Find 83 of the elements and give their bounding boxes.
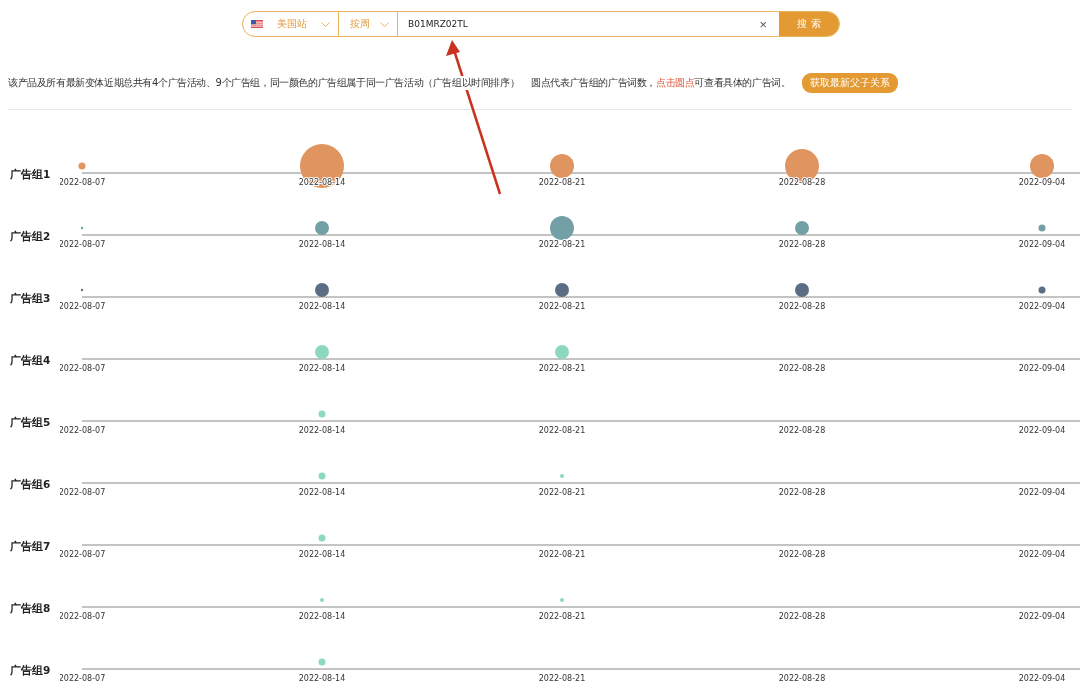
keyword-dot[interactable] — [318, 534, 326, 542]
date-label: 2022-08-07 — [60, 674, 106, 683]
date-label: 2022-08-14 — [298, 426, 346, 435]
site-select[interactable]: 美国站 — [243, 12, 339, 36]
ad-group-label: 广告组3 — [9, 291, 52, 306]
date-label: 2022-08-07 — [60, 426, 106, 435]
date-label: 2022-08-21 — [538, 240, 586, 249]
date-label: 2022-09-04 — [1018, 240, 1066, 249]
ad-group-label: 广告组9 — [9, 663, 52, 678]
date-label: 2022-08-28 — [778, 612, 826, 621]
keyword-dot[interactable] — [318, 658, 326, 666]
date-label: 2022-08-14 — [298, 302, 346, 311]
date-label: 2022-09-04 — [1018, 550, 1066, 559]
date-label: 2022-08-14 — [298, 364, 346, 373]
date-label: 2022-09-04 — [1018, 302, 1066, 311]
keyword-dot[interactable] — [315, 283, 329, 297]
date-label: 2022-08-07 — [60, 240, 106, 249]
caret-icon — [380, 21, 389, 27]
keyword-dot[interactable] — [560, 598, 564, 602]
ad-group-label: 广告组4 — [9, 353, 52, 368]
date-label: 2022-08-21 — [538, 612, 586, 621]
keyword-dot[interactable] — [320, 598, 324, 602]
keyword-dot[interactable] — [80, 226, 84, 230]
keyword-dot[interactable] — [1038, 286, 1046, 294]
keyword-dot[interactable] — [1030, 154, 1054, 178]
date-label: 2022-08-28 — [778, 426, 826, 435]
date-label: 2022-08-21 — [538, 426, 586, 435]
keyword-dot[interactable] — [795, 221, 809, 235]
ad-group-label: 广告组5 — [9, 415, 52, 430]
date-label: 2022-09-04 — [1018, 612, 1066, 621]
date-label: 2022-08-28 — [778, 302, 826, 311]
date-label: 2022-08-21 — [538, 674, 586, 683]
keyword-dot[interactable] — [550, 216, 574, 240]
keyword-dot[interactable] — [315, 345, 329, 359]
date-label: 2022-08-07 — [60, 550, 106, 559]
date-label: 2022-08-21 — [538, 364, 586, 373]
date-label: 2022-08-28 — [778, 178, 826, 187]
date-label: 2022-08-07 — [60, 178, 106, 187]
keyword-dot[interactable] — [560, 474, 564, 478]
click-dot-link[interactable]: 点击圆点 — [655, 77, 695, 88]
keyword-dot[interactable] — [795, 283, 809, 297]
ad-group-label: 广告组2 — [9, 229, 52, 244]
date-label: 2022-08-28 — [778, 240, 826, 249]
keyword-dot[interactable] — [555, 345, 569, 359]
keyword-dot[interactable] — [550, 154, 574, 178]
date-label: 2022-08-14 — [298, 488, 346, 497]
ad-group-label: 广告组7 — [9, 539, 52, 554]
refresh-relations-button[interactable]: 获取最新父子关系 — [802, 73, 899, 93]
keyword-dot[interactable] — [318, 410, 326, 418]
date-label: 2022-08-07 — [60, 302, 106, 311]
date-label: 2022-09-04 — [1018, 674, 1066, 683]
date-label: 2022-08-14 — [298, 240, 346, 249]
date-label: 2022-08-14 — [298, 550, 346, 559]
date-label: 2022-08-28 — [778, 488, 826, 497]
date-label: 2022-08-21 — [538, 550, 586, 559]
keyword-dot[interactable] — [555, 283, 569, 297]
keyword-dot[interactable] — [80, 288, 84, 292]
date-label: 2022-08-07 — [60, 488, 106, 497]
date-label: 2022-09-04 — [1018, 178, 1066, 187]
date-label: 2022-08-14 — [298, 674, 346, 683]
date-label: 2022-08-28 — [778, 364, 826, 373]
keyword-dot[interactable] — [78, 162, 86, 170]
date-label: 2022-08-07 — [60, 364, 106, 373]
clear-button[interactable]: × — [747, 12, 779, 36]
caret-icon — [321, 21, 330, 27]
date-label: 2022-08-07 — [60, 612, 106, 621]
flag-icon — [251, 20, 263, 28]
date-label: 2022-08-21 — [538, 178, 586, 187]
ad-group-label: 广告组8 — [9, 601, 52, 616]
date-label: 2022-09-04 — [1018, 364, 1066, 373]
search-button[interactable]: 搜 索 — [779, 12, 839, 36]
date-label: 2022-09-04 — [1018, 426, 1066, 435]
date-label: 2022-08-21 — [538, 488, 586, 497]
date-label: 2022-08-28 — [778, 674, 826, 683]
ad-group-label: 广告组1 — [9, 167, 52, 182]
date-label: 2022-08-14 — [298, 612, 346, 621]
ad-group-label: 广告组6 — [9, 477, 52, 492]
date-label: 2022-09-04 — [1018, 488, 1066, 497]
date-label: 2022-08-21 — [538, 302, 586, 311]
keyword-dot[interactable] — [1038, 224, 1046, 232]
date-label: 2022-08-28 — [778, 550, 826, 559]
keyword-dot[interactable] — [315, 221, 329, 235]
keyword-dot[interactable] — [318, 472, 326, 480]
